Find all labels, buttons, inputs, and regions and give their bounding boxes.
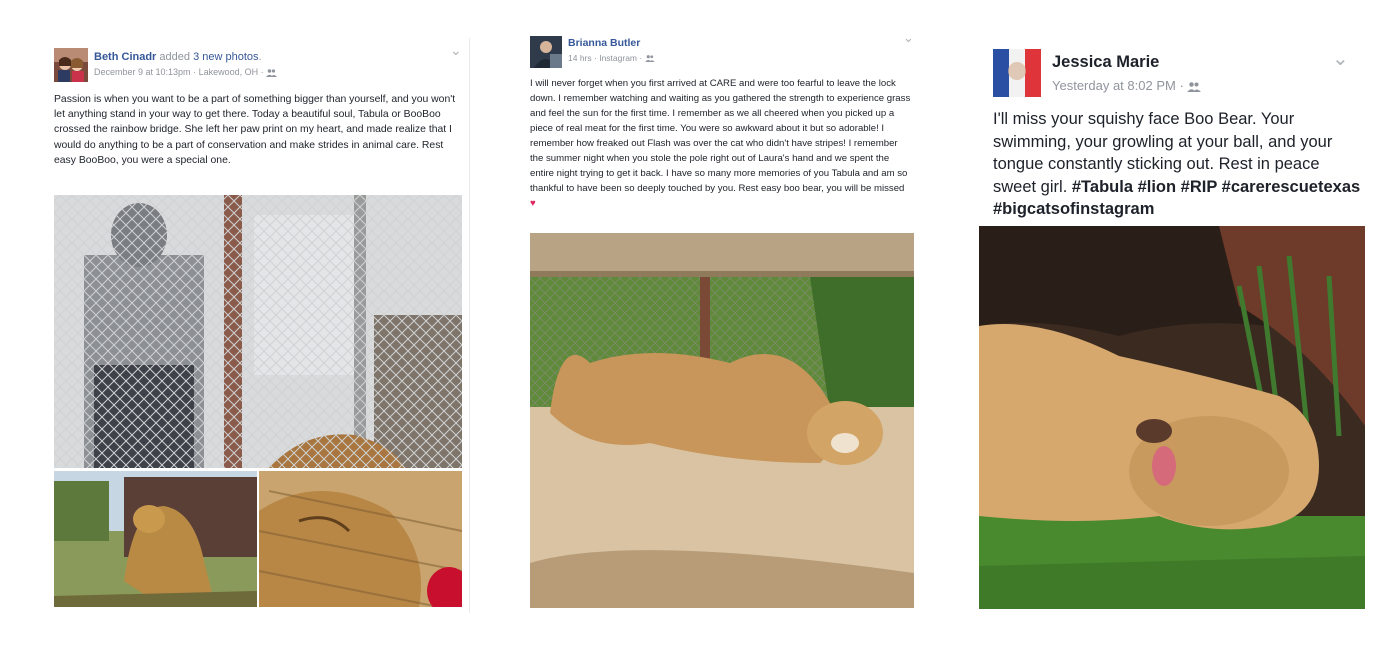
chevron-down-icon[interactable]: ⌄ <box>1332 46 1349 71</box>
location-link[interactable]: Lakewood, OH <box>199 67 259 77</box>
photos-link[interactable]: 3 new photos <box>193 51 258 63</box>
photo-lioness-sleeping[interactable] <box>979 226 1365 609</box>
timestamp[interactable]: 14 hrs <box>568 53 592 63</box>
lioness-closeup-photo <box>259 471 462 607</box>
photo-lioness-rolling[interactable] <box>530 233 914 608</box>
post-text: Passion is when you want to be a part of… <box>54 94 456 166</box>
post-body: I will never forget when you first arriv… <box>530 78 911 194</box>
profile-photo <box>530 36 562 68</box>
photo-lioness-closeup[interactable] <box>259 471 462 607</box>
heart-emoji: ♥ <box>530 198 536 209</box>
friends-icon[interactable] <box>1187 81 1202 92</box>
chevron-down-icon[interactable]: ⌄ <box>450 42 462 59</box>
action-prefix: added <box>159 51 190 63</box>
author-name[interactable]: Beth Cinadr <box>94 51 156 63</box>
friends-icon[interactable] <box>644 55 655 63</box>
photo-main[interactable] <box>54 195 462 468</box>
lioness-sleeping-photo <box>979 226 1365 609</box>
post-text: I will never forget when you first arriv… <box>530 76 912 211</box>
friends-icon[interactable] <box>266 68 278 77</box>
author-name[interactable]: Brianna Butler <box>568 37 640 50</box>
profile-photo <box>54 48 88 82</box>
post-meta: 14 hrs · Instagram · <box>568 53 655 64</box>
avatar[interactable] <box>54 48 88 82</box>
separator: · <box>639 53 643 63</box>
post-jessica-marie: Jessica Marie Yesterday at 8:02 PM · ⌄ I… <box>977 40 1367 615</box>
avatar[interactable] <box>993 49 1041 97</box>
fence-person-photo <box>54 195 462 468</box>
author-name[interactable]: Jessica Marie <box>1052 52 1159 72</box>
avatar[interactable] <box>530 36 562 68</box>
post-beth-cinadr: Beth Cinadr added 3 new photos. December… <box>46 38 470 613</box>
post-text: I'll miss your squishy face Boo Bear. Yo… <box>993 108 1361 221</box>
separator: · <box>260 67 264 77</box>
post-brianna-butler: Brianna Butler 14 hrs · Instagram · ⌄ I … <box>520 28 920 613</box>
action-suffix: . <box>258 51 262 63</box>
post-meta: Yesterday at 8:02 PM · <box>1052 78 1202 94</box>
post-header-line: Beth Cinadr added 3 new photos. <box>94 50 262 64</box>
lioness-rolling-photo <box>530 233 914 608</box>
lioness-standing-photo <box>54 471 257 607</box>
separator: · <box>1179 78 1184 93</box>
profile-photo <box>993 49 1041 97</box>
separator: · <box>193 67 197 77</box>
source: Instagram <box>599 53 638 63</box>
photo-lioness-standing[interactable] <box>54 471 257 607</box>
timestamp[interactable]: December 9 at 10:13pm <box>94 67 191 77</box>
post-meta: December 9 at 10:13pm · Lakewood, OH · <box>94 66 278 78</box>
chevron-down-icon[interactable]: ⌄ <box>903 30 914 46</box>
separator: · <box>594 53 597 63</box>
timestamp[interactable]: Yesterday at 8:02 PM <box>1052 78 1176 93</box>
